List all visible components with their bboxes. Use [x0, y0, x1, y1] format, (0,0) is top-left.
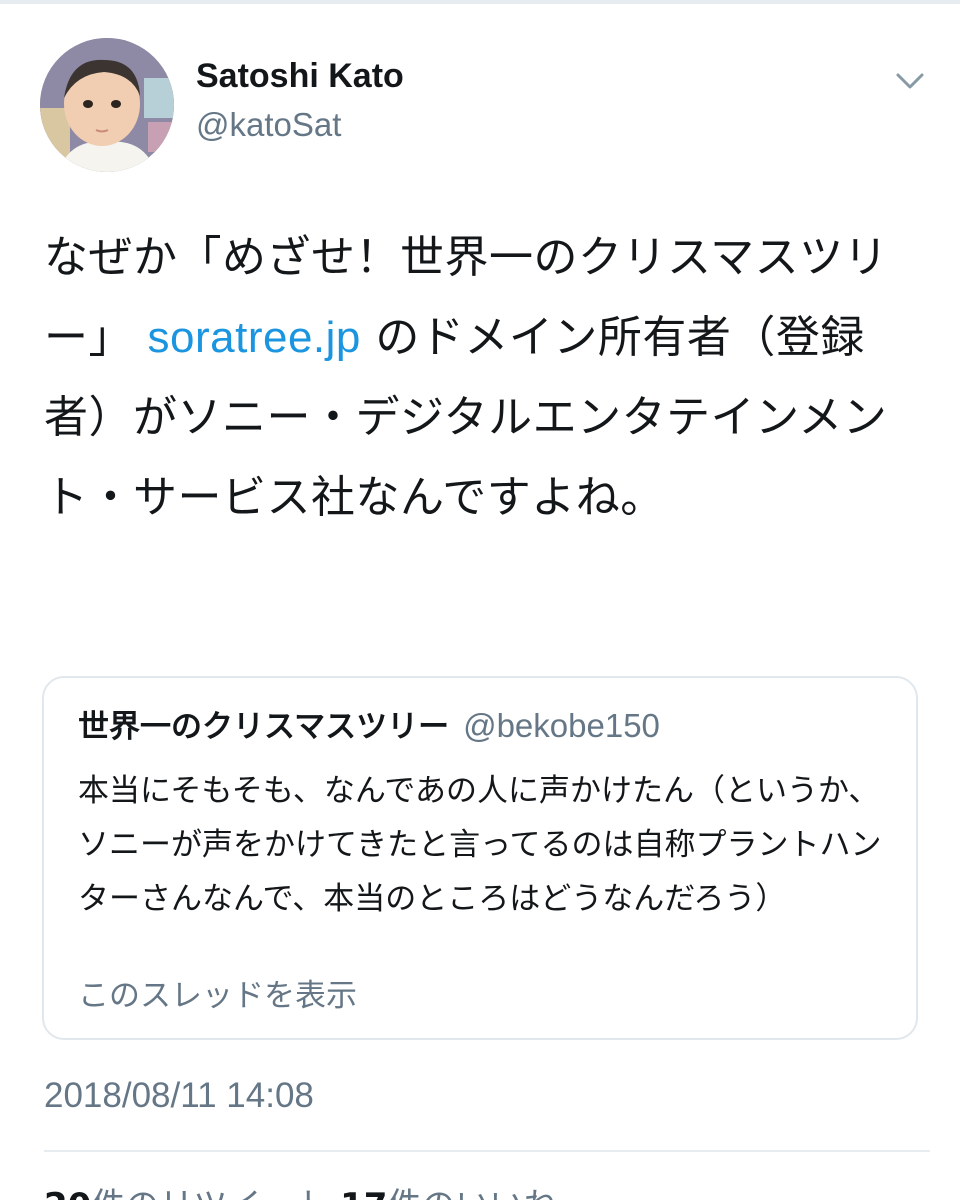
- quoted-tweet-header: 世界一のクリスマスツリー @bekobe150: [78, 704, 660, 749]
- quoted-tweet-card[interactable]: 世界一のクリスマスツリー @bekobe150 本当にそもそも、なんであの人に声か…: [42, 676, 918, 1040]
- quoted-tweet-text: 本当にそもそも、なんであの人に声かけたん（というか、ソニーが声をかけてきたと言っ…: [78, 773, 882, 917]
- tweet-timestamp: 2018/08/11 14:08: [44, 1076, 314, 1115]
- quoted-tweet-display-name: 世界一のクリスマスツリー: [78, 709, 450, 745]
- author-display-name[interactable]: Satoshi Kato: [196, 54, 404, 98]
- retweet-label[interactable]: 件のリツイート: [91, 1186, 329, 1200]
- avatar-photo-icon: [40, 38, 174, 172]
- engagement-stats: 20件のリツイート 17件のいいね: [44, 1184, 557, 1200]
- retweet-count[interactable]: 20: [44, 1186, 91, 1200]
- author-handle[interactable]: @katoSat: [196, 104, 341, 146]
- top-divider: [0, 0, 960, 4]
- tweet-text: なぜか「めざせ！世界一のクリスマスツリー」 soratree.jp のドメイン所…: [44, 218, 924, 538]
- tweet-link[interactable]: soratree.jp: [148, 313, 361, 362]
- chevron-down-icon[interactable]: [892, 66, 928, 96]
- show-thread-link[interactable]: このスレッドを表示: [78, 974, 357, 1018]
- like-label[interactable]: 件のいいね: [387, 1186, 557, 1200]
- avatar[interactable]: [40, 38, 174, 172]
- stats-divider: [44, 1150, 930, 1152]
- like-count[interactable]: 17: [340, 1186, 387, 1200]
- tweet-detail-page: Satoshi Kato @katoSat なぜか「めざせ！世界一のクリスマスツ…: [0, 0, 960, 1200]
- quoted-tweet-handle: @bekobe150: [463, 707, 660, 744]
